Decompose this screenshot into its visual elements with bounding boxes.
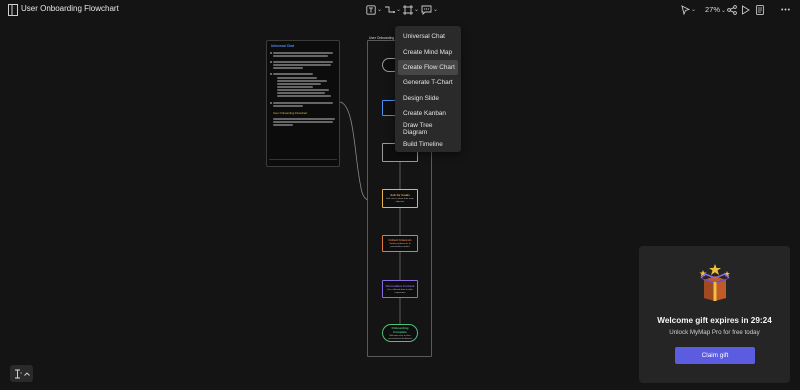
text-line bbox=[273, 52, 333, 54]
node-title: Onboarding Complete bbox=[391, 325, 409, 334]
gift-box-icon bbox=[699, 264, 730, 301]
node-description: Use collected data to tailor experience bbox=[387, 288, 413, 294]
text-line bbox=[277, 77, 317, 79]
bullet-dot bbox=[270, 61, 272, 63]
node-description: Gather preferences to personalize conten… bbox=[389, 243, 411, 248]
chat-input[interactable] bbox=[269, 159, 337, 164]
claim-gift-button[interactable]: Claim gift bbox=[675, 347, 755, 364]
flow-node-personalize[interactable]: Personalize Content Use collected data t… bbox=[382, 280, 418, 298]
text-line bbox=[273, 105, 303, 107]
menu-item-draw-tree-diagram[interactable]: Draw Tree Diagram bbox=[398, 121, 458, 136]
gift-subtitle: Unlock MyMap Pro for free today bbox=[669, 329, 760, 336]
bullet-dot bbox=[270, 52, 272, 54]
text-line bbox=[273, 55, 328, 57]
chevron-up-icon bbox=[24, 371, 30, 376]
menu-item-create-kanban[interactable]: Create Kanban bbox=[398, 106, 458, 121]
gift-title: Welcome gift expires in 29:24 bbox=[657, 316, 772, 325]
node-title: Ask for Goals bbox=[390, 193, 410, 197]
text-line bbox=[273, 118, 335, 120]
text-line bbox=[277, 80, 327, 82]
node-description: Ask user to share their main objective bbox=[386, 198, 414, 203]
ai-create-menu: Universal Chat Create Mind Map Create Fl… bbox=[395, 26, 461, 152]
text-line bbox=[277, 83, 321, 85]
text-cursor-icon bbox=[15, 369, 22, 378]
text-line bbox=[273, 102, 333, 104]
text-line bbox=[273, 67, 303, 69]
menu-item-create-flow-chart[interactable]: Create Flow Chart bbox=[398, 59, 458, 76]
text-line bbox=[273, 73, 313, 75]
menu-item-universal-chat[interactable]: Universal Chat bbox=[398, 29, 458, 44]
flow-node-goals[interactable]: Ask for Goals Ask user to share their ma… bbox=[382, 189, 418, 208]
text-line bbox=[273, 121, 333, 123]
chat-card-title: Universal Chat bbox=[271, 44, 295, 48]
flow-node-interests[interactable]: Collect Interests Gather preferences to … bbox=[382, 235, 418, 252]
text-line bbox=[273, 64, 331, 66]
menu-item-create-mind-map[interactable]: Create Mind Map bbox=[398, 44, 458, 59]
menu-item-build-timeline[interactable]: Build Timeline bbox=[398, 137, 458, 152]
node-description: Welcome user to their personalized dashb… bbox=[388, 334, 412, 340]
node-title: Collect Interests bbox=[388, 238, 412, 242]
text-line bbox=[273, 124, 293, 126]
text-line bbox=[277, 95, 331, 97]
chat-subheading: User Onboarding Flowchart bbox=[273, 111, 308, 115]
menu-item-generate-t-chart[interactable]: Generate T-Chart bbox=[398, 75, 458, 90]
bullet-dot bbox=[270, 73, 272, 75]
text-line bbox=[273, 61, 333, 63]
text-line bbox=[277, 92, 325, 94]
bullet-dot bbox=[270, 102, 272, 104]
node-title: Personalize Content bbox=[385, 283, 415, 288]
welcome-gift-card: Welcome gift expires in 29:24 Unlock MyM… bbox=[639, 246, 790, 383]
menu-item-design-slide[interactable]: Design Slide bbox=[398, 91, 458, 106]
text-line bbox=[277, 89, 329, 91]
chat-card[interactable]: Universal Chat User Onboarding Flowchart bbox=[266, 40, 340, 167]
flow-node-complete[interactable]: Onboarding Complete Welcome user to thei… bbox=[382, 324, 418, 342]
text-line bbox=[277, 86, 313, 88]
text-cursor-tool-button[interactable] bbox=[10, 365, 33, 382]
